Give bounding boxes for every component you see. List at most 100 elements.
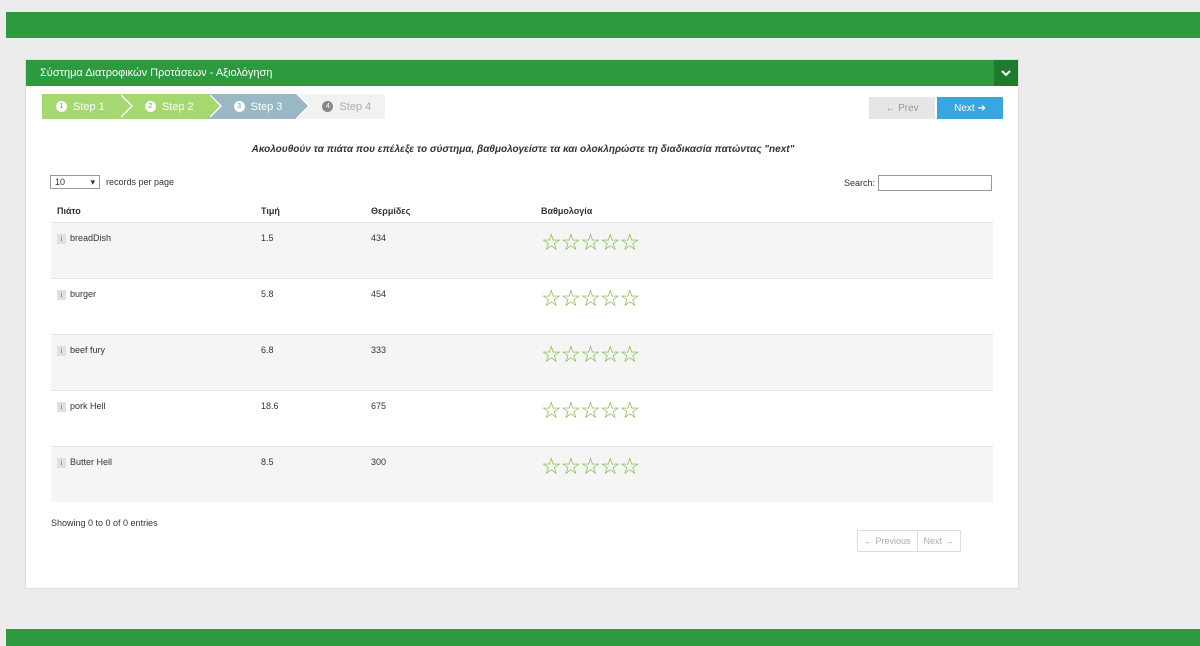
step-number-badge: 1: [56, 101, 67, 112]
star-icon[interactable]: ☆: [541, 343, 562, 366]
star-icon[interactable]: ☆: [600, 343, 621, 366]
wizard-steps: 1 Step 1 2 Step 2 3 Step 3 4 Step 4: [42, 94, 386, 119]
step-label: Step 1: [73, 100, 105, 113]
star-icon[interactable]: ☆: [620, 343, 641, 366]
info-icon[interactable]: i: [57, 289, 66, 300]
step-label: Step 3: [250, 100, 283, 113]
star-icon[interactable]: ☆: [580, 231, 601, 254]
table-row: i Butter Hell 8.5 300 ☆ ☆ ☆ ☆ ☆: [51, 446, 993, 502]
star-icon[interactable]: ☆: [541, 231, 562, 254]
column-header-calories[interactable]: Θερμίδες: [371, 206, 541, 216]
star-icon[interactable]: ☆: [580, 287, 601, 310]
price-cell: 5.8: [261, 289, 274, 299]
records-per-page-value: 10: [55, 177, 66, 187]
star-rating: ☆ ☆ ☆ ☆ ☆: [541, 455, 993, 478]
step-label: Step 4: [339, 100, 372, 113]
caret-down-icon: ▾: [90, 176, 95, 187]
table-body: i breadDish 1.5 434 ☆ ☆ ☆ ☆ ☆ i burger 5.8 454 ☆ ☆ ☆ ☆ ☆ i…: [51, 222, 993, 502]
star-icon[interactable]: ☆: [580, 343, 601, 366]
star-icon[interactable]: ☆: [541, 455, 562, 478]
step-number-badge: 3: [233, 101, 245, 112]
star-icon[interactable]: ☆: [541, 287, 562, 310]
star-rating: ☆ ☆ ☆ ☆ ☆: [541, 231, 993, 254]
info-icon[interactable]: i: [57, 345, 66, 356]
top-green-bar: [6, 12, 1200, 38]
star-icon[interactable]: ☆: [561, 231, 582, 254]
price-cell: 6.8: [261, 345, 274, 355]
dish-name: pork Hell: [70, 401, 106, 411]
dish-cell: i burger: [51, 289, 261, 334]
star-icon[interactable]: ☆: [561, 399, 582, 422]
star-icon[interactable]: ☆: [600, 231, 621, 254]
chevron-down-icon: [1001, 69, 1011, 76]
panel-title: Σύστημα Διατροφικών Προτάσεων - Αξιολόγη…: [40, 67, 273, 79]
previous-page-button[interactable]: ← Previous: [858, 531, 918, 551]
dish-name: burger: [70, 289, 97, 299]
dish-name: beef fury: [70, 345, 106, 355]
dish-name: Butter Hell: [70, 457, 113, 467]
bottom-green-bar: [6, 629, 1200, 646]
star-icon[interactable]: ☆: [600, 399, 621, 422]
calories-cell: 300: [371, 457, 387, 467]
star-icon[interactable]: ☆: [620, 399, 641, 422]
pagination: ← Previous Next →: [857, 530, 961, 552]
star-icon[interactable]: ☆: [561, 455, 582, 478]
price-cell: 8.5: [261, 457, 274, 467]
records-per-page-label: records per page: [106, 177, 175, 187]
star-rating: ☆ ☆ ☆ ☆ ☆: [541, 399, 993, 422]
calories-cell: 333: [371, 345, 387, 355]
star-rating: ☆ ☆ ☆ ☆ ☆: [541, 343, 993, 366]
star-icon[interactable]: ☆: [541, 399, 562, 422]
instruction-text: Ακολουθούν τα πιάτα που επέλεξε το σύστη…: [251, 144, 795, 155]
search-input[interactable]: [878, 175, 992, 191]
table-row: i breadDish 1.5 434 ☆ ☆ ☆ ☆ ☆: [51, 222, 993, 278]
dish-cell: i beef fury: [51, 345, 261, 390]
star-icon[interactable]: ☆: [620, 455, 641, 478]
rating-cell: ☆ ☆ ☆ ☆ ☆: [541, 231, 993, 278]
collapse-button[interactable]: [994, 60, 1018, 86]
evaluation-panel: Σύστημα Διατροφικών Προτάσεων - Αξιολόγη…: [25, 59, 1019, 589]
info-icon[interactable]: i: [57, 233, 66, 244]
rating-cell: ☆ ☆ ☆ ☆ ☆: [541, 399, 993, 446]
column-header-rating[interactable]: Βαθμολογία: [541, 206, 993, 216]
records-per-page-select[interactable]: 10 ▾: [50, 175, 100, 189]
price-cell: 18.6: [261, 401, 279, 411]
calories-cell: 434: [371, 233, 387, 243]
star-icon[interactable]: ☆: [580, 399, 601, 422]
star-icon[interactable]: ☆: [620, 287, 641, 310]
step-number-badge: 4: [322, 101, 334, 112]
star-icon[interactable]: ☆: [620, 231, 641, 254]
calories-cell: 675: [371, 401, 387, 411]
table-header: Πιάτο Τιμή Θερμίδες Βαθμολογία: [51, 200, 993, 222]
entries-info: Showing 0 to 0 of 0 entries: [51, 518, 158, 528]
column-header-dish[interactable]: Πιάτο: [51, 206, 261, 216]
rating-cell: ☆ ☆ ☆ ☆ ☆: [541, 287, 993, 334]
price-cell: 1.5: [261, 233, 274, 243]
step-label: Step 2: [161, 100, 194, 113]
dish-cell: i pork Hell: [51, 401, 261, 446]
dishes-table: Πιάτο Τιμή Θερμίδες Βαθμολογία i breadDis…: [51, 200, 993, 502]
star-icon[interactable]: ☆: [561, 287, 582, 310]
star-icon[interactable]: ☆: [561, 343, 582, 366]
info-icon[interactable]: i: [57, 401, 66, 412]
star-icon[interactable]: ☆: [600, 455, 621, 478]
next-button[interactable]: Next ➔: [937, 97, 1003, 119]
prev-button[interactable]: ← Prev: [869, 97, 935, 119]
table-row: i pork Hell 18.6 675 ☆ ☆ ☆ ☆ ☆: [51, 390, 993, 446]
star-rating: ☆ ☆ ☆ ☆ ☆: [541, 287, 993, 310]
calories-cell: 454: [371, 289, 387, 299]
dish-name: breadDish: [70, 233, 112, 243]
rating-cell: ☆ ☆ ☆ ☆ ☆: [541, 455, 993, 502]
table-row: i beef fury 6.8 333 ☆ ☆ ☆ ☆ ☆: [51, 334, 993, 390]
next-page-button[interactable]: Next →: [918, 531, 960, 551]
dish-cell: i breadDish: [51, 233, 261, 278]
step-number-badge: 2: [144, 101, 156, 112]
star-icon[interactable]: ☆: [580, 455, 601, 478]
column-header-price[interactable]: Τιμή: [261, 206, 371, 216]
search-label: Search:: [844, 178, 876, 188]
star-icon[interactable]: ☆: [600, 287, 621, 310]
wizard-step-1[interactable]: 1 Step 1: [42, 94, 133, 119]
table-row: i burger 5.8 454 ☆ ☆ ☆ ☆ ☆: [51, 278, 993, 334]
info-icon[interactable]: i: [57, 457, 66, 468]
rating-cell: ☆ ☆ ☆ ☆ ☆: [541, 343, 993, 390]
